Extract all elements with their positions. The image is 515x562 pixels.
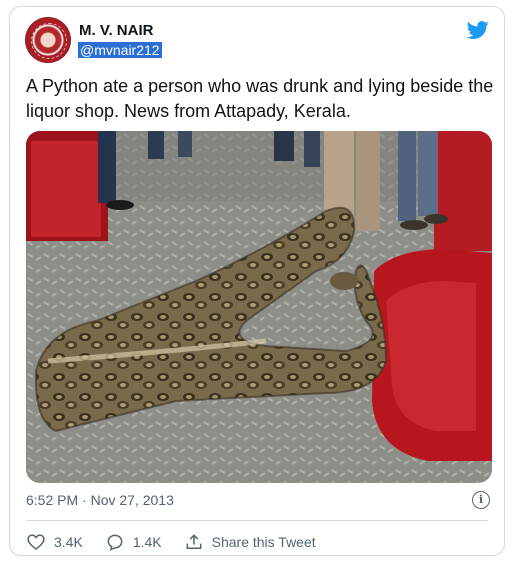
share-icon <box>186 534 202 549</box>
like-count: 3.4K <box>54 534 83 550</box>
tweet-timestamp[interactable]: 6:52 PM · Nov 27, 2013 <box>26 492 174 508</box>
tweet-card: M. V. NAIR @mvnair212 A Python ate a per… <box>9 6 505 556</box>
author-handle[interactable]: @mvnair212 <box>78 42 162 58</box>
reply-button[interactable]: 1.4K <box>105 532 162 552</box>
tweet-actions: 3.4K 1.4K Share this Tweet <box>26 531 338 553</box>
tweet-text: A Python ate a person who was drunk and … <box>26 76 494 121</box>
twitter-bird-icon[interactable] <box>466 19 490 41</box>
tweet-photo[interactable] <box>26 131 492 483</box>
share-label: Share this Tweet <box>211 534 316 550</box>
python-photo <box>26 131 492 483</box>
speech-bubble-icon <box>107 534 123 551</box>
author-name[interactable]: M. V. NAIR <box>79 22 153 39</box>
reply-count: 1.4K <box>132 534 162 550</box>
like-button[interactable]: 3.4K <box>26 532 83 552</box>
heart-icon <box>27 534 45 551</box>
divider <box>26 520 488 521</box>
share-button[interactable]: Share this Tweet <box>184 532 316 552</box>
author-avatar[interactable] <box>25 17 71 63</box>
info-icon[interactable]: i <box>472 491 490 509</box>
